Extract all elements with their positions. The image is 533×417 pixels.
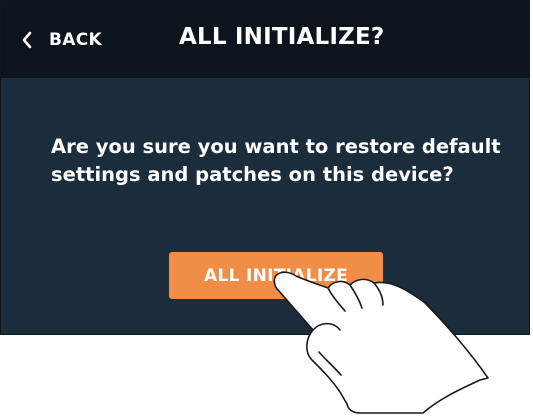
chevron-left-icon: [22, 31, 32, 49]
all-initialize-button[interactable]: ALL INITIALIZE: [169, 252, 383, 299]
back-label: BACK: [49, 30, 102, 50]
header-bar: BACK ALL INITIALIZE?: [1, 1, 529, 78]
back-button[interactable]: BACK: [21, 25, 102, 55]
message-line-1: Are you sure you want to restore default: [51, 135, 501, 158]
confirmation-message: Are you sure you want to restore default…: [51, 133, 511, 189]
device-screen: BACK ALL INITIALIZE? Are you sure you wa…: [0, 0, 530, 335]
message-line-2: settings and patches on this device?: [51, 163, 454, 186]
page-title: ALL INITIALIZE?: [179, 24, 385, 50]
